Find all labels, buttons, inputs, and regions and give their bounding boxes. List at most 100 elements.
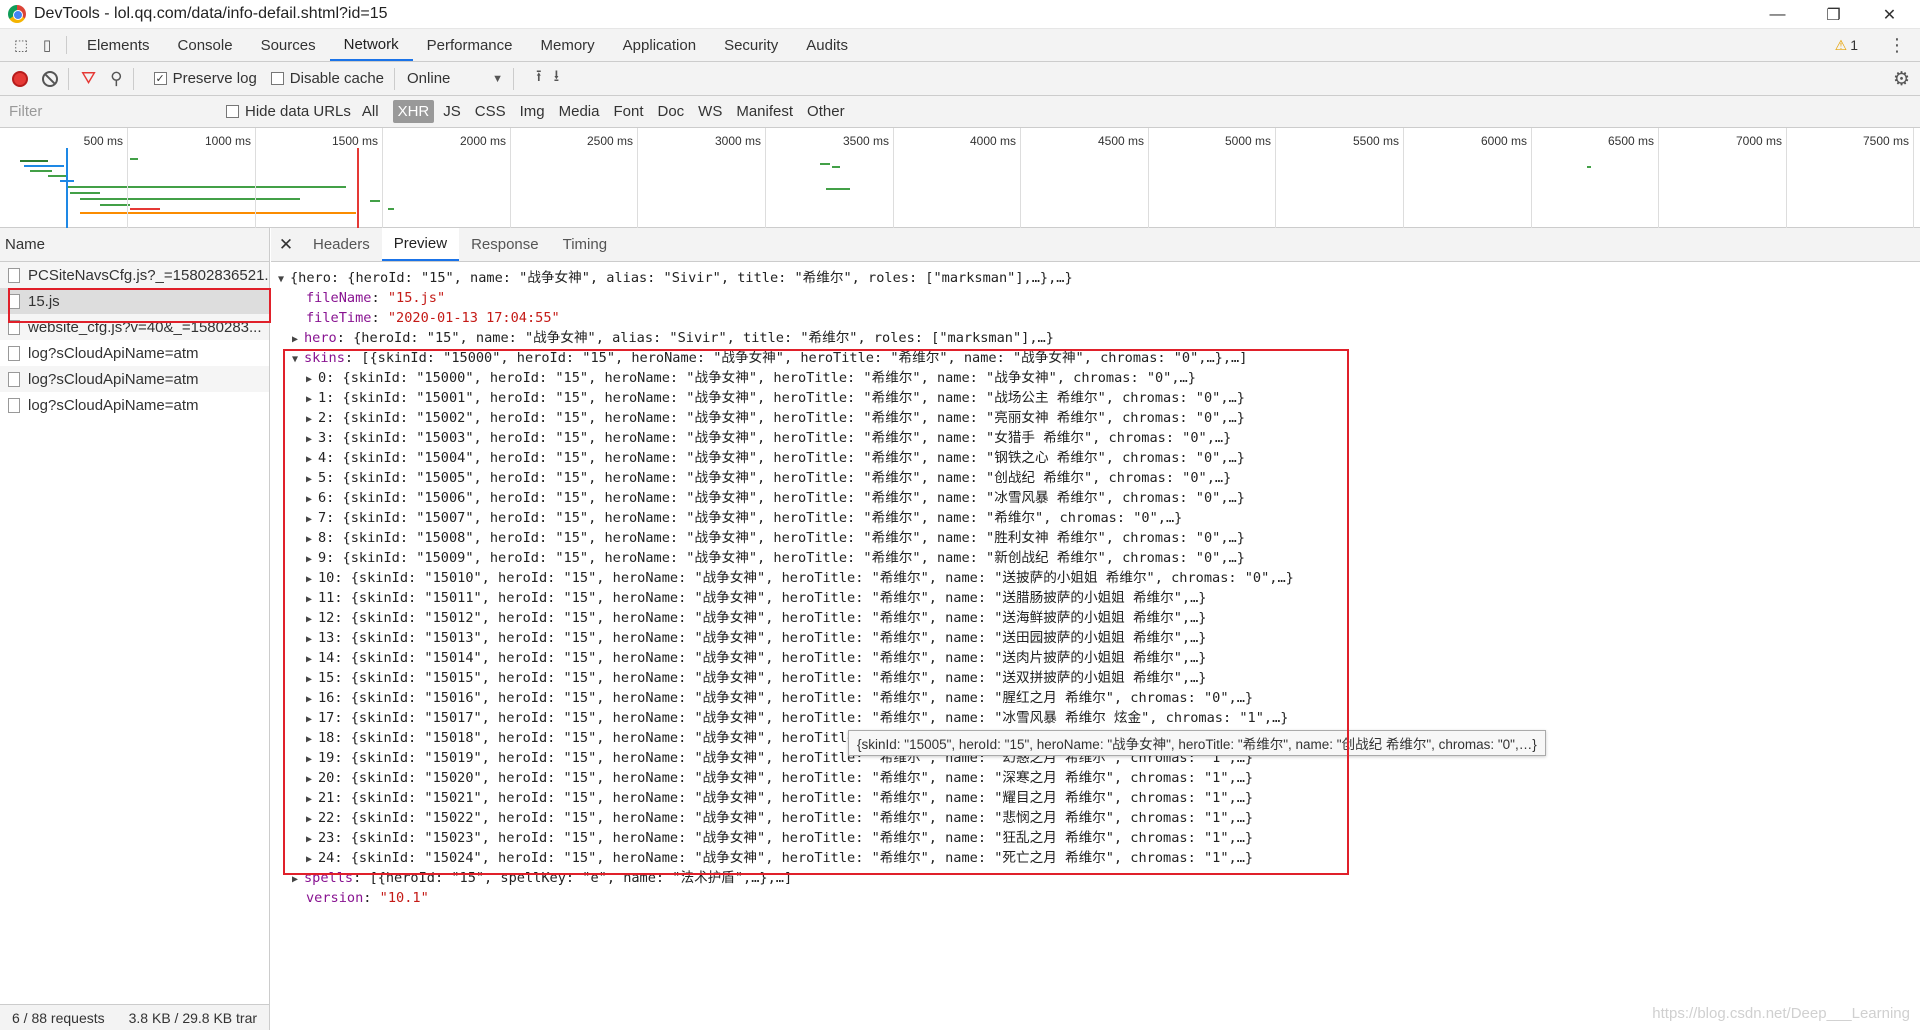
timeline-bar bbox=[130, 158, 138, 160]
checkbox-checked[interactable]: ✓ bbox=[153, 72, 167, 85]
filter-icon[interactable]: ⛛ bbox=[81, 68, 96, 89]
timeline-bar bbox=[30, 170, 52, 172]
devtools-tabbar: ⬚ ▯ Elements Console Sources Network Per… bbox=[0, 29, 1920, 62]
window-titlebar: DevTools - lol.qq.com/data/info-defail.s… bbox=[0, 0, 1920, 29]
json-value: "2020-01-13 17:04:55" bbox=[387, 310, 560, 326]
timeline-gridline bbox=[637, 128, 638, 228]
file-icon bbox=[8, 267, 20, 283]
import-har-icon[interactable]: ⭱ bbox=[536, 65, 542, 92]
filter-all[interactable]: All bbox=[357, 100, 384, 123]
timeline-gridline bbox=[510, 128, 511, 228]
requests-pane: Name PCSiteNavsCfg.js?_=15802836521... 1… bbox=[0, 228, 270, 1030]
tab-security[interactable]: Security bbox=[710, 29, 792, 61]
watermark: https://blog.csdn.net/Deep___Learning bbox=[1652, 1005, 1910, 1022]
json-root-summary: {hero: {heroId: "15", name: "战争女神", alia… bbox=[290, 270, 1073, 286]
timeline-gridline bbox=[893, 128, 894, 228]
filter-xhr[interactable]: XHR bbox=[392, 100, 435, 123]
tab-audits[interactable]: Audits bbox=[792, 29, 862, 61]
close-window-button[interactable]: ✕ bbox=[1862, 0, 1917, 29]
tab-memory[interactable]: Memory bbox=[527, 29, 609, 61]
filter-ws[interactable]: WS bbox=[693, 100, 727, 123]
divider bbox=[394, 67, 396, 90]
request-row[interactable]: log?sCloudApiName=atm bbox=[0, 392, 269, 418]
json-prop: version: "10.1" bbox=[306, 890, 429, 906]
request-row[interactable]: PCSiteNavsCfg.js?_=15802836521... bbox=[0, 262, 269, 288]
search-icon[interactable]: ⚲ bbox=[110, 69, 122, 89]
tab-elements[interactable]: Elements bbox=[73, 29, 164, 61]
json-key: fileName bbox=[306, 290, 372, 306]
filter-css[interactable]: CSS bbox=[470, 100, 511, 123]
request-name: log?sCloudApiName=atm bbox=[28, 370, 199, 388]
filter-other[interactable]: Other bbox=[802, 100, 850, 123]
filter-font[interactable]: Font bbox=[608, 100, 648, 123]
restore-button[interactable]: ❐ bbox=[1806, 0, 1861, 29]
timeline-gridline bbox=[127, 128, 128, 228]
transfer-size: 3.8 KB / 29.8 KB trar bbox=[128, 1009, 258, 1026]
timeline-bar bbox=[832, 166, 840, 168]
timeline-gridline bbox=[1786, 128, 1787, 228]
network-overview-timeline[interactable]: 500 ms 1000 ms 1500 ms 2000 ms 2500 ms 3000 m… bbox=[0, 128, 1920, 228]
preserve-log-checkbox[interactable]: ✓ Preserve log bbox=[153, 70, 257, 87]
tab-sources[interactable]: Sources bbox=[247, 29, 330, 61]
timeline-tick-label: 3000 ms bbox=[714, 134, 761, 148]
request-name: log?sCloudApiName=atm bbox=[28, 344, 199, 362]
filter-doc[interactable]: Doc bbox=[652, 100, 689, 123]
export-har-icon[interactable]: ⭳ bbox=[554, 65, 560, 92]
clear-button[interactable] bbox=[42, 70, 58, 87]
json-key: version bbox=[306, 890, 364, 906]
checkbox-unchecked[interactable] bbox=[226, 105, 239, 118]
request-list: PCSiteNavsCfg.js?_=15802836521... 15.js … bbox=[0, 262, 269, 418]
timeline-gridline bbox=[1275, 128, 1276, 228]
close-icon[interactable]: ✕ bbox=[271, 228, 301, 261]
timeline-bar bbox=[130, 208, 160, 210]
tab-network[interactable]: Network bbox=[329, 29, 413, 61]
hide-data-urls-checkbox[interactable]: Hide data URLs bbox=[226, 103, 351, 120]
filter-img[interactable]: Img bbox=[515, 100, 550, 123]
timeline-gridline bbox=[1913, 128, 1914, 228]
timeline-gridline bbox=[765, 128, 766, 228]
tab-console[interactable]: Console bbox=[164, 29, 247, 61]
json-value: "10.1" bbox=[379, 890, 429, 906]
json-value: {heroId: "15", name: "战争女神", alias: "Siv… bbox=[353, 330, 1054, 346]
tab-headers[interactable]: Headers bbox=[301, 228, 382, 261]
timeline-bar bbox=[1587, 166, 1591, 168]
record-button[interactable] bbox=[12, 70, 28, 87]
minimize-button[interactable]: — bbox=[1750, 0, 1805, 29]
timeline-tick-label: 7000 ms bbox=[1735, 134, 1782, 148]
timeline-bar bbox=[48, 175, 68, 177]
request-row[interactable]: log?sCloudApiName=atm bbox=[0, 366, 269, 392]
filter-input[interactable] bbox=[2, 98, 212, 125]
filter-js[interactable]: JS bbox=[438, 100, 466, 123]
filter-media[interactable]: Media bbox=[554, 100, 605, 123]
throttling-select[interactable]: Online ▼ bbox=[407, 70, 503, 87]
json-value: "15.js" bbox=[387, 290, 446, 306]
tab-application[interactable]: Application bbox=[609, 29, 710, 61]
device-toolbar-icon[interactable]: ▯ bbox=[34, 29, 60, 61]
timeline-bar bbox=[820, 163, 830, 165]
timeline-bar bbox=[100, 204, 130, 206]
tab-preview[interactable]: Preview bbox=[381, 228, 460, 261]
tab-timing[interactable]: Timing bbox=[551, 228, 619, 261]
warnings-indicator[interactable]: ⚠ 1 bbox=[1835, 37, 1858, 54]
disable-cache-checkbox[interactable]: Disable cache bbox=[270, 70, 384, 87]
tab-response[interactable]: Response bbox=[459, 228, 551, 261]
timeline-tick-label: 500 ms bbox=[83, 134, 123, 148]
timeline-bar bbox=[370, 200, 380, 202]
timeline-tick-label: 5500 ms bbox=[1352, 134, 1399, 148]
timeline-bar bbox=[20, 160, 48, 162]
tab-performance[interactable]: Performance bbox=[413, 29, 527, 61]
gear-icon[interactable]: ⚙ bbox=[1893, 68, 1910, 91]
json-prop-hero[interactable]: ▶ hero: {heroId: "15", name: "战争女神", alia… bbox=[278, 328, 1878, 348]
checkbox-unchecked[interactable] bbox=[270, 72, 284, 85]
expanded-triangle-icon[interactable]: ▼ bbox=[278, 270, 290, 290]
request-row[interactable]: log?sCloudApiName=atm bbox=[0, 340, 269, 366]
divider bbox=[66, 36, 67, 54]
collapsed-triangle-icon[interactable]: ▶ bbox=[292, 330, 304, 350]
timeline-tick-label: 1500 ms bbox=[331, 134, 378, 148]
dom-content-loaded-marker bbox=[66, 148, 68, 228]
more-options-icon[interactable]: ⋮ bbox=[1888, 35, 1906, 56]
name-column-header[interactable]: Name bbox=[0, 228, 269, 262]
filter-manifest[interactable]: Manifest bbox=[731, 100, 798, 123]
json-root[interactable]: ▼ {hero: {heroId: "15", name: "战争女神", ali… bbox=[278, 268, 1878, 288]
inspect-element-icon[interactable]: ⬚ bbox=[8, 29, 34, 61]
